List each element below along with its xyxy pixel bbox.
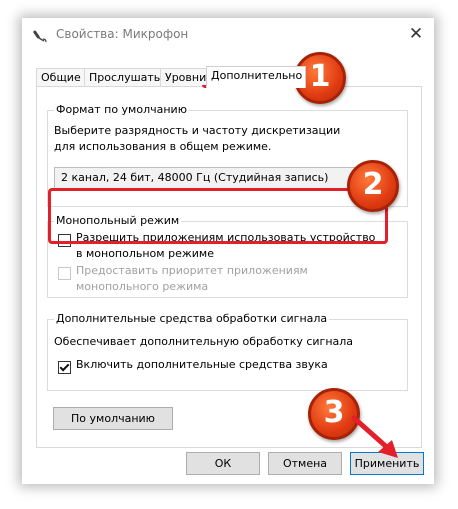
microphone-icon (33, 30, 47, 43)
step-badge-number: 3 (323, 395, 345, 430)
ok-label: ОК (214, 457, 232, 470)
enable-enhancements-checkbox[interactable] (58, 361, 71, 374)
default-format-description: Выберите разрядность и частоту дискретиз… (54, 124, 341, 153)
title-bar: Свойства: Микрофон ✕ (22, 18, 434, 51)
cancel-button[interactable]: Отмена (268, 452, 342, 475)
close-icon: ✕ (408, 24, 424, 44)
close-button[interactable]: ✕ (404, 22, 428, 46)
pointer-arrow-icon (351, 415, 398, 458)
window-title: Свойства: Микрофон (56, 27, 189, 41)
cancel-label: Отмена (282, 457, 328, 470)
step-badge-number: 2 (362, 167, 384, 202)
default-format-legend: Формат по умолчанию (54, 103, 189, 116)
exclusive-priority-label: Предоставить приоритет приложениям моноп… (76, 264, 308, 293)
signal-processing-legend: Дополнительные средства обработки сигнал… (54, 312, 330, 325)
step-badge-2: 2 (347, 160, 399, 212)
restore-defaults-button[interactable]: По умолчанию (53, 407, 173, 430)
tab-listen[interactable]: Прослушать (84, 68, 162, 87)
exclusive-mode-highlight (48, 188, 388, 244)
tab-label: Общие (41, 71, 81, 84)
signal-processing-description: Обеспечивает дополнительную обработку си… (54, 335, 354, 348)
format-select[interactable]: 2 канал, 24 бит, 48000 Гц (Студийная зап… (54, 167, 388, 189)
signal-processing-group: Дополнительные средства обработки сигнал… (47, 312, 408, 391)
tab-panel-advanced: Формат по умолчанию Выберите разрядность… (36, 86, 422, 448)
enable-enhancements-label: Включить дополнительные средства звука (76, 358, 328, 371)
ok-button[interactable]: ОК (186, 452, 260, 475)
step-badge-number: 1 (309, 59, 331, 94)
restore-defaults-label: По умолчанию (71, 412, 155, 425)
tab-label: Прослушать (89, 71, 161, 84)
format-select-value: 2 канал, 24 бит, 48000 Гц (Студийная зап… (61, 171, 329, 184)
tab-label: Дополнительно (211, 69, 303, 82)
tab-general[interactable]: Общие (36, 68, 86, 87)
tab-label: Уровни (165, 71, 207, 84)
exclusive-priority-checkbox[interactable] (58, 267, 71, 280)
tab-advanced[interactable]: Дополнительно (206, 66, 306, 88)
